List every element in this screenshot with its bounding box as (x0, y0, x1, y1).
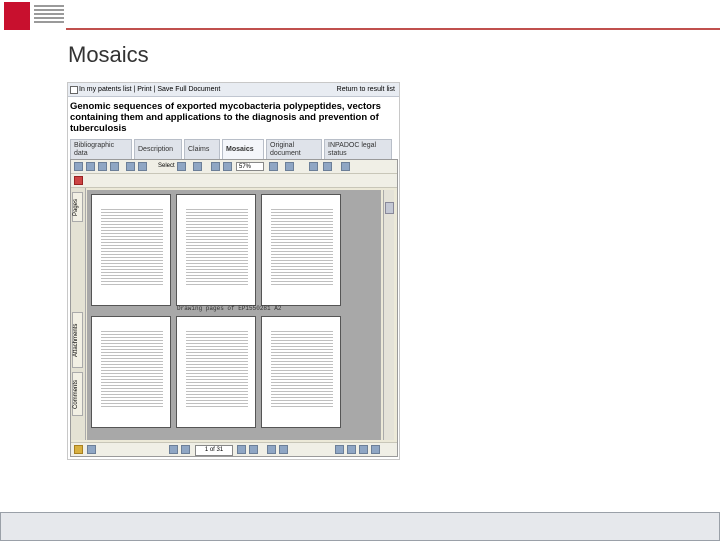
zoom-icon[interactable] (193, 162, 202, 171)
print-icon[interactable] (86, 162, 95, 171)
save-icon[interactable] (74, 162, 83, 171)
tab-description[interactable]: Description (134, 139, 182, 159)
epo-logo (4, 2, 64, 32)
document-tabs: Bibliographic data Description Claims Mo… (70, 139, 396, 159)
undo-icon[interactable] (323, 162, 332, 171)
scrollbar-thumb[interactable] (385, 202, 394, 214)
page-thumbnail[interactable] (261, 194, 341, 306)
patents-list-checkbox[interactable] (70, 86, 78, 94)
continuous-facing-icon[interactable] (371, 445, 380, 454)
hand-tool-icon[interactable] (126, 162, 135, 171)
first-page-icon[interactable] (169, 445, 178, 454)
single-page-icon[interactable] (335, 445, 344, 454)
mosaic-page-view[interactable]: Drawing pages of EP1550281 A2 (87, 190, 381, 440)
forward-icon[interactable] (279, 445, 288, 454)
page-thumbnail[interactable] (176, 316, 256, 428)
tab-bibliographic-data[interactable]: Bibliographic data (70, 139, 132, 159)
rotate-icon[interactable] (309, 162, 318, 171)
tab-claims[interactable]: Claims (184, 139, 220, 159)
page-thumbnail[interactable] (176, 194, 256, 306)
side-tab-pages[interactable]: Pages (72, 192, 83, 222)
actual-size-icon[interactable] (211, 162, 220, 171)
tab-inpadoc-legal-status[interactable]: INPADOC legal status (324, 139, 392, 159)
tools-icon[interactable] (341, 162, 350, 171)
next-page-icon[interactable] (237, 445, 246, 454)
select-label[interactable]: Select (158, 163, 175, 169)
page-layout-icon[interactable] (285, 162, 294, 171)
header-rule (66, 28, 720, 30)
sign-icon[interactable] (74, 176, 83, 185)
toolbar-links[interactable]: In my patents list | Print | Save Full D… (79, 86, 220, 93)
side-tab-comments[interactable]: Comments (72, 372, 83, 416)
viewer-status-bar: 1 of 31 (71, 442, 397, 456)
document-title: Genomic sequences of exported mycobacter… (70, 101, 381, 134)
slide-title: Mosaics (68, 42, 149, 67)
navigation-panel: Pages Attachments Comments (71, 188, 86, 440)
mosaic-caption: Drawing pages of EP1550281 A2 (177, 305, 282, 312)
slide-footer-bar (0, 512, 720, 541)
tab-mosaics[interactable]: Mosaics (222, 139, 264, 159)
result-toolbar: In my patents list | Print | Save Full D… (68, 83, 399, 97)
previous-page-icon[interactable] (181, 445, 190, 454)
page-size-icon (87, 445, 96, 454)
back-icon[interactable] (267, 445, 276, 454)
lock-icon (74, 445, 83, 454)
tab-original-document[interactable]: Original document (266, 139, 322, 159)
facing-icon[interactable] (359, 445, 368, 454)
fit-page-icon[interactable] (223, 162, 232, 171)
side-tab-attachments[interactable]: Attachments (72, 312, 83, 368)
last-page-icon[interactable] (249, 445, 258, 454)
vertical-scrollbar[interactable] (383, 190, 394, 440)
email-icon[interactable] (98, 162, 107, 171)
select-tool-icon[interactable] (138, 162, 147, 171)
zoom-field[interactable]: 57% (236, 162, 264, 171)
search-icon[interactable] (110, 162, 119, 171)
viewer-toolbar: Select 57% (71, 160, 397, 174)
logo-mark-icon (4, 2, 30, 30)
page-thumbnail[interactable] (91, 194, 171, 306)
return-to-result-list-link[interactable]: Return to result list (337, 86, 395, 93)
continuous-icon[interactable] (347, 445, 356, 454)
page-number-field[interactable]: 1 of 31 (195, 445, 233, 456)
pdf-viewer: Select 57% Pages Attachments Comments Dr… (70, 159, 398, 457)
zoom-in-icon[interactable] (269, 162, 278, 171)
page-thumbnail[interactable] (261, 316, 341, 428)
viewer-secondary-toolbar (71, 174, 397, 188)
snapshot-icon[interactable] (177, 162, 186, 171)
page-thumbnail[interactable] (91, 316, 171, 428)
espacenet-screenshot: In my patents list | Print | Save Full D… (67, 82, 400, 460)
logo-text-lines (34, 5, 64, 25)
